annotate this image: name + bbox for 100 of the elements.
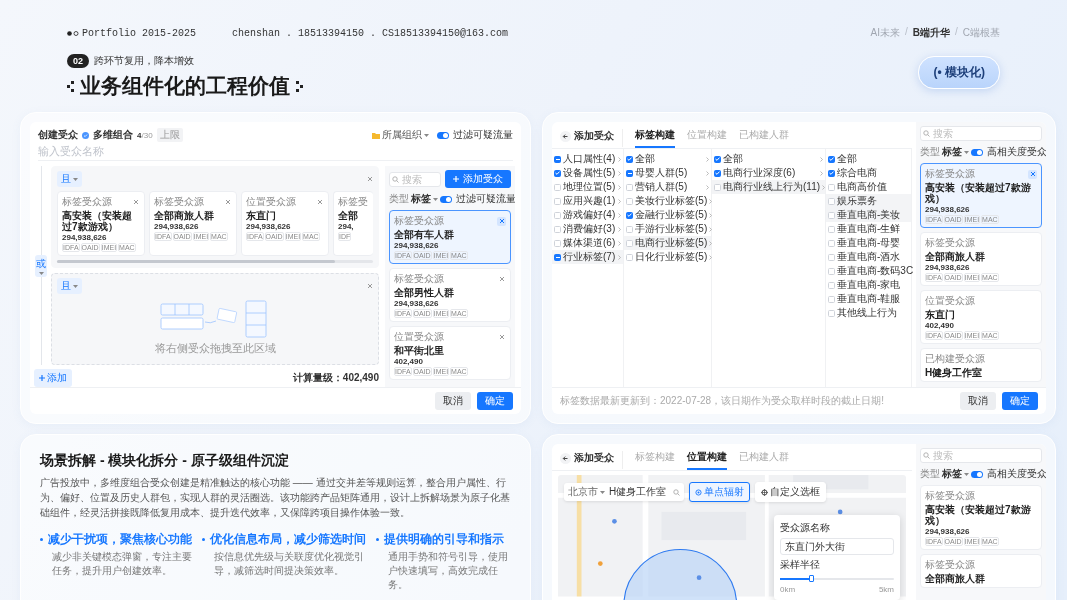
nav-link[interactable]: B端升华 — [912, 26, 950, 40]
tag-option[interactable]: 全部 — [712, 152, 825, 166]
tag-option[interactable]: 垂直电商-数码3C — [826, 264, 911, 278]
add-button[interactable]: 添加 — [34, 369, 72, 387]
close-icon[interactable] — [1029, 171, 1036, 177]
caret-icon — [433, 197, 438, 201]
tag-option[interactable]: 地理位置(5) — [552, 180, 623, 194]
chevron-icon — [709, 254, 713, 260]
close-icon[interactable] — [498, 276, 505, 282]
toggle-switch[interactable] — [971, 148, 983, 156]
name-field[interactable]: 东直门外大街 — [780, 538, 894, 555]
type-dropdown[interactable]: 类型 标签 — [920, 467, 969, 481]
search-field[interactable]: 搜索 — [920, 448, 1042, 463]
count-limit: /30 — [141, 130, 153, 140]
confirm-button[interactable]: 确定 — [477, 392, 513, 410]
tag-option[interactable]: 垂直电商-酒水 — [826, 250, 911, 264]
checkbox[interactable] — [828, 169, 835, 177]
tag-option[interactable]: 其他线上行为 — [826, 306, 911, 320]
source-label: 标签受 — [338, 195, 368, 209]
tag-option[interactable]: 日化行业标签(5) — [624, 250, 711, 264]
tag-option[interactable]: 营销人群(5) — [624, 180, 711, 194]
back-arrow-icon[interactable] — [560, 452, 571, 464]
point-text: 按信息优先级与关联度优化视觉引导，减筛选时间提决策效率。 — [214, 550, 365, 578]
audience-card[interactable]: 已构建受众源 H健身工作室 — [920, 348, 1042, 382]
back-arrow-icon[interactable] — [560, 130, 571, 142]
tag-option[interactable]: 电商行业线上行为(11) — [712, 180, 825, 194]
window-title: 创建受众 — [38, 128, 78, 142]
partial-checkbox[interactable] — [554, 253, 561, 261]
tag-option[interactable]: 垂直电商-生鲜 — [826, 222, 911, 236]
tag-option[interactable]: 应用兴趣(1) — [552, 194, 623, 208]
tag-option[interactable]: 全部 — [624, 152, 711, 166]
checkbox[interactable] — [714, 155, 721, 163]
tag-option[interactable]: 美妆行业标签(5) — [624, 194, 711, 208]
checkbox[interactable] — [626, 211, 633, 219]
back-label[interactable]: 添加受众 — [574, 451, 614, 465]
tab[interactable]: 标签构建 — [635, 128, 675, 148]
audience-name: H健身工作室 — [925, 367, 984, 378]
tag-option[interactable]: 手游行业标签(5) — [624, 222, 711, 236]
tag-option[interactable]: 电商行业标签(5) — [624, 236, 711, 250]
tag-option[interactable]: 设备属性(5) — [552, 166, 623, 180]
operator-dropdown[interactable]: 且 — [57, 171, 82, 187]
audience-count: 294,938,626 — [154, 222, 200, 231]
chevron-icon — [618, 170, 621, 176]
close-icon[interactable] — [498, 218, 505, 224]
toggle-switch[interactable] — [971, 470, 983, 478]
org-dropdown[interactable]: 所属组织 — [372, 128, 429, 142]
checkbox[interactable] — [626, 155, 633, 163]
tag-option[interactable]: 媒体渠道(6) — [552, 236, 623, 250]
tag-option[interactable]: 垂直电商-美妆 — [826, 208, 911, 222]
tag-option[interactable]: 垂直电商-家电 — [826, 278, 911, 292]
close-icon[interactable] — [132, 199, 139, 205]
checkbox[interactable] — [714, 169, 721, 177]
close-icon[interactable] — [367, 176, 373, 182]
operator-dropdown[interactable]: 或 — [35, 254, 47, 277]
type-dropdown[interactable]: 类型 标签 — [389, 192, 438, 206]
operator-dropdown[interactable]: 且 — [57, 278, 82, 294]
checkbox[interactable] — [828, 155, 835, 163]
tag-option[interactable]: 人口属性(4) — [552, 152, 623, 166]
search-field[interactable]: 搜索 — [389, 171, 441, 187]
tag-option[interactable]: 电商行业深度(6) — [712, 166, 825, 180]
close-icon[interactable] — [367, 283, 373, 289]
source-label: 标签受众源 — [925, 167, 975, 181]
audience-card[interactable]: 标签受众源 全部商旅人群 — [920, 554, 1042, 588]
mode-button[interactable]: 单点辐射 — [689, 482, 750, 502]
tag-option[interactable]: 电商高价值 — [826, 180, 911, 194]
tag-option[interactable]: 金融行业标签(5) — [624, 208, 711, 222]
slider-track[interactable] — [780, 577, 894, 580]
search-field[interactable]: 搜索 — [920, 126, 1042, 141]
tag-option[interactable]: 母婴人群(5) — [624, 166, 711, 180]
tag-option[interactable]: 行业标签(7) — [552, 250, 623, 264]
tag-option[interactable]: 综合电商 — [826, 166, 911, 180]
tag-option[interactable]: 垂直电商-鞋服 — [826, 292, 911, 306]
tag-option[interactable]: 垂直电商-母婴 — [826, 236, 911, 250]
tag-option[interactable]: 消费偏好(3) — [552, 222, 623, 236]
toggle-switch[interactable] — [437, 131, 449, 139]
chevron-icon — [822, 184, 826, 190]
add-audience-button[interactable]: 添加受众 — [445, 170, 511, 188]
checkbox[interactable] — [554, 169, 561, 177]
tag-option[interactable]: 游戏偏好(4) — [552, 208, 623, 222]
source-label: 标签受众源 — [394, 272, 444, 286]
toggle-switch[interactable] — [440, 195, 452, 203]
cancel-button[interactable]: 取消 — [435, 392, 471, 410]
audience-name: 全部商旅人群 — [154, 210, 215, 221]
back-label[interactable]: 添加受众 — [574, 129, 614, 143]
cancel-button[interactable]: 取消 — [960, 392, 996, 410]
slider-thumb[interactable] — [809, 575, 815, 582]
source-label: 位置受众源 — [246, 195, 296, 209]
tab[interactable]: 位置构建 — [687, 450, 727, 470]
city-dropdown[interactable]: 北京市 — [568, 485, 605, 499]
tag-option[interactable]: 娱乐票务 — [826, 194, 911, 208]
type-dropdown[interactable]: 类型 标签 — [920, 145, 969, 159]
partial-checkbox[interactable] — [626, 169, 633, 177]
confirm-button[interactable]: 确定 — [1002, 392, 1038, 410]
partial-checkbox[interactable] — [554, 155, 561, 163]
close-icon[interactable] — [316, 199, 323, 205]
audience-count: 294,938,626 — [925, 527, 971, 536]
close-icon[interactable] — [498, 334, 505, 340]
scrollbar[interactable] — [57, 260, 373, 263]
tag-option[interactable]: 全部 — [826, 152, 911, 166]
close-icon[interactable] — [224, 199, 231, 205]
